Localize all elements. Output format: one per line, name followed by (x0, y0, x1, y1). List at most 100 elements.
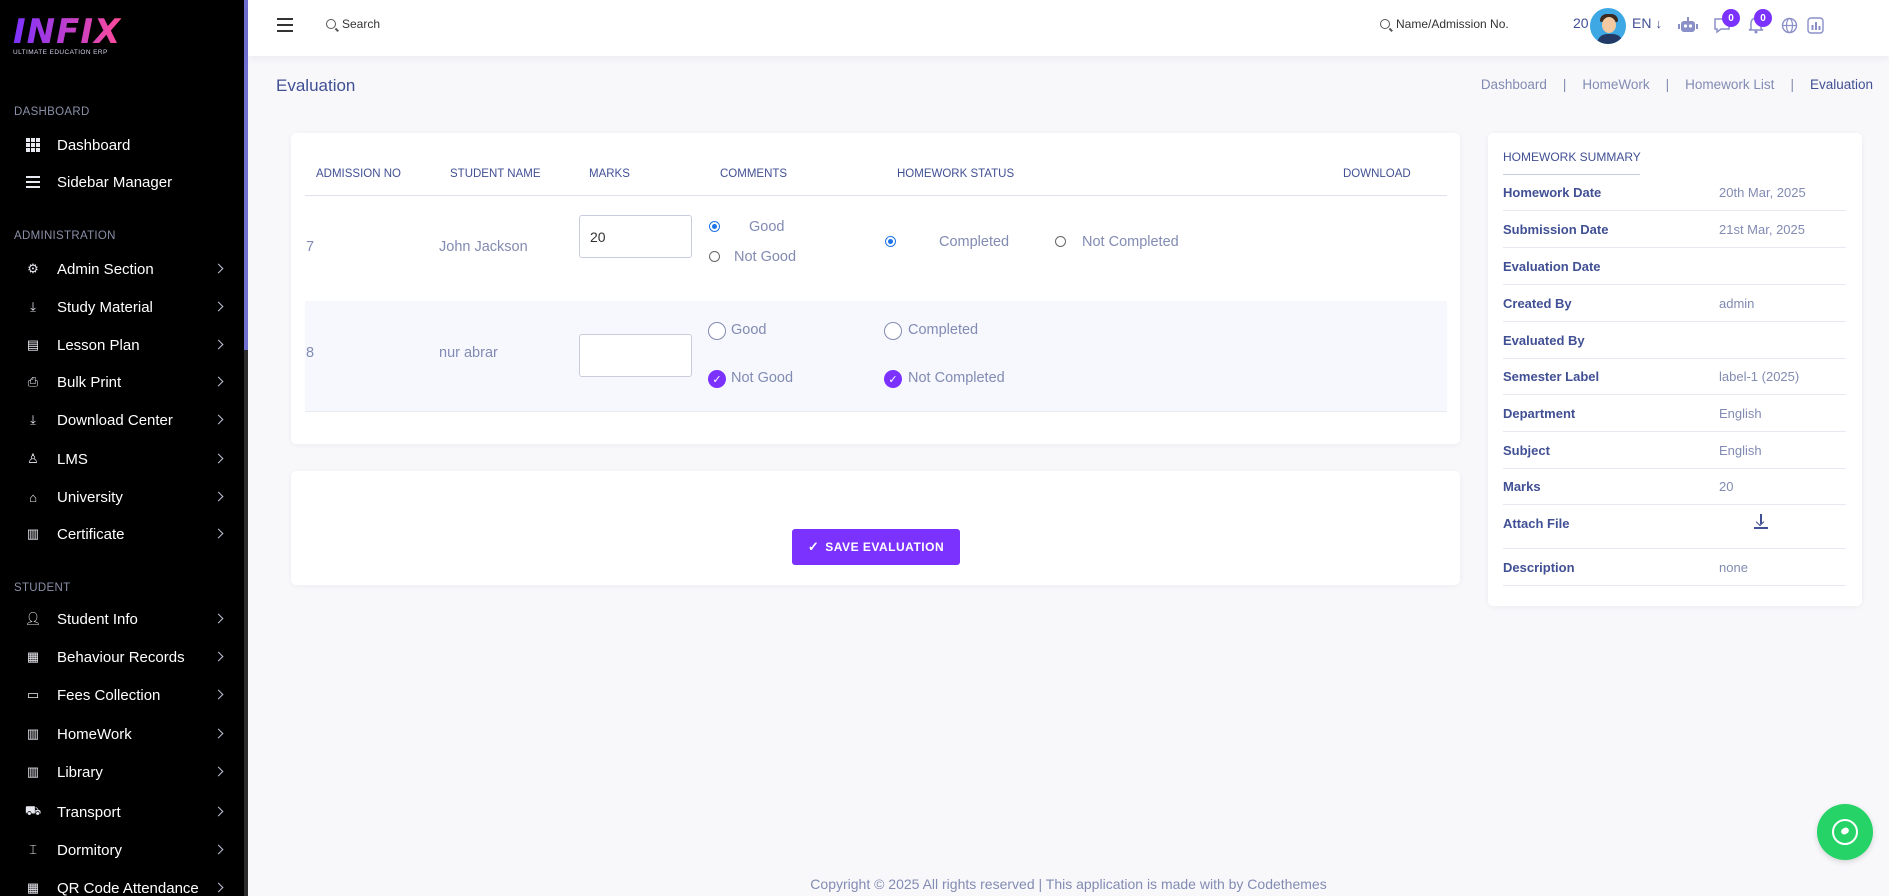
sidebar-scrollbar[interactable] (244, 0, 248, 896)
fees-icon: ▭ (26, 687, 40, 702)
status-not-completed-radio[interactable] (1055, 236, 1066, 247)
chevron-right-icon (213, 453, 224, 464)
comment-good-radio[interactable] (708, 322, 726, 340)
sidebar-item-certificate[interactable]: ▥ Certificate (0, 519, 244, 549)
sidebar-item-library[interactable]: ▥ Library (0, 757, 244, 787)
status-completed-radio[interactable] (884, 322, 902, 340)
chevron-right-icon (213, 689, 224, 700)
summary-value: English (1719, 443, 1762, 458)
sidebar-item-lesson-plan[interactable]: ▤ Lesson Plan (0, 330, 244, 360)
comment-good-label: Good (749, 219, 785, 235)
sidebar-item-university[interactable]: ⌂ University (0, 482, 244, 512)
sidebar-item-bulk-print[interactable]: ⎙ Bulk Print (0, 367, 244, 397)
sidebar-item-dormitory[interactable]: ⌶ Dormitory (0, 835, 244, 865)
status-not-completed-label: Not Completed (1082, 234, 1179, 250)
summary-row-attach-file: Attach File (1503, 505, 1846, 549)
globe-icon[interactable] (1778, 14, 1800, 36)
sidebar-item-behaviour-records[interactable]: ▦ Behaviour Records (0, 642, 244, 672)
sidebar-item-label: Download Center (57, 411, 173, 429)
summary-row-subject: Subject English (1503, 432, 1846, 469)
search-icon (1380, 19, 1390, 29)
user-avatar[interactable] (1588, 6, 1628, 46)
comment-good-radio[interactable] (709, 221, 720, 232)
sidebar-item-sidebar-manager[interactable]: Sidebar Manager (0, 167, 244, 197)
calendar-icon: ▤ (26, 337, 40, 352)
chevron-right-icon (213, 728, 224, 739)
breadcrumb-separator: | (1562, 77, 1567, 92)
summary-row-semester-label: Semester Label label-1 (2025) (1503, 358, 1846, 395)
notification-badge: 0 (1754, 9, 1772, 27)
chevron-right-icon (213, 613, 224, 624)
library-icon: ▥ (26, 764, 40, 779)
summary-key: Created By (1503, 296, 1572, 311)
breadcrumb-homework-list[interactable]: Homework List (1685, 77, 1774, 92)
summary-key: Evaluated By (1503, 333, 1585, 348)
lms-icon: ♙ (27, 451, 39, 466)
summary-value: English (1719, 406, 1762, 421)
sidebar-item-qr-code-attendance[interactable]: ▦ QR Code Attendance (0, 873, 244, 896)
search-box[interactable]: Search (326, 17, 380, 31)
sidebar-item-label: Bulk Print (57, 373, 122, 391)
hamburger-menu-icon[interactable] (277, 18, 293, 32)
summary-key: Semester Label (1503, 369, 1600, 384)
name-admission-search[interactable]: Name/Admission No. (1380, 17, 1509, 31)
comment-not-good-radio[interactable]: ✓ (708, 370, 726, 388)
bed-icon: ⌶ (29, 842, 37, 857)
sidebar-item-admin-section[interactable]: ⚙ Admin Section (0, 254, 244, 284)
app-logo[interactable]: INFIX ULTIMATE EDUCATION ERP (13, 14, 121, 56)
comment-not-good-radio[interactable] (709, 251, 720, 262)
comment-not-good-label: Not Good (734, 249, 797, 265)
save-evaluation-button[interactable]: ✓ SAVE EVALUATION (792, 529, 960, 565)
check-icon: ✓ (888, 373, 898, 386)
breadcrumb-separator: | (1665, 77, 1670, 92)
section-title-student: STUDENT (14, 582, 71, 594)
save-evaluation-label: SAVE EVALUATION (825, 540, 945, 554)
sidebar-item-transport[interactable]: ⛟ Transport (0, 797, 244, 827)
download-icon[interactable] (1754, 514, 1768, 530)
sidebar-item-label: Lesson Plan (57, 336, 140, 354)
sidebar-item-study-material[interactable]: ⤓ Study Material (0, 292, 244, 322)
chat-badge: 0 (1722, 9, 1740, 27)
sidebar-item-label: Admin Section (57, 260, 154, 278)
chevron-right-icon (213, 301, 224, 312)
page-title: Evaluation (276, 76, 356, 95)
robot-icon[interactable] (1677, 14, 1699, 36)
summary-value: label-1 (2025) (1719, 369, 1800, 384)
language-value: EN (1632, 15, 1652, 31)
column-header-admission-no: ADMISSION NO (316, 168, 401, 180)
summary-row-description: Description none (1503, 549, 1846, 586)
sidebar-item-lms[interactable]: ♙ LMS (0, 444, 244, 474)
sidebar-item-dashboard[interactable]: Dashboard (0, 130, 244, 160)
status-completed-radio[interactable] (885, 236, 896, 247)
sidebar-item-label: Transport (57, 803, 121, 821)
sidebar-item-download-center[interactable]: ⤓ Download Center (0, 405, 244, 435)
qr-icon: ▦ (26, 880, 40, 895)
sidebar-item-student-info[interactable]: 👤︎ Student Info (0, 604, 244, 634)
marks-input[interactable] (579, 215, 692, 258)
chevron-right-icon (213, 528, 224, 539)
section-title-dashboard: DASHBOARD (14, 106, 90, 118)
sidebar-item-label: Sidebar Manager (57, 173, 173, 191)
marks-input[interactable] (579, 334, 692, 377)
sidebar: INFIX ULTIMATE EDUCATION ERP DASHBOARD D… (0, 0, 248, 896)
chevron-right-icon (213, 263, 224, 274)
summary-key: Marks (1503, 479, 1541, 494)
records-icon: ▦ (26, 649, 40, 664)
summary-key: Submission Date (1503, 222, 1609, 237)
summary-row-created-by: Created By admin (1503, 285, 1846, 322)
footer-copyright: Copyright © 2025 All rights reserved | T… (810, 876, 1327, 892)
status-not-completed-radio[interactable]: ✓ (884, 370, 902, 388)
breadcrumb-evaluation: Evaluation (1809, 77, 1873, 92)
language-selector[interactable]: EN ↓ (1632, 15, 1662, 31)
breadcrumb-homework[interactable]: HomeWork (1582, 77, 1649, 92)
stats-icon[interactable] (1804, 14, 1826, 36)
sidebar-item-fees-collection[interactable]: ▭ Fees Collection (0, 680, 244, 710)
admission-no-cell: 7 (306, 239, 315, 255)
whatsapp-button[interactable] (1817, 804, 1873, 860)
sidebar-item-homework[interactable]: ▥ HomeWork (0, 719, 244, 749)
breadcrumb-dashboard[interactable]: Dashboard (1481, 77, 1547, 92)
sidebar-item-label: Library (57, 763, 103, 781)
book-icon: ▥ (26, 726, 40, 741)
section-title-administration: ADMINISTRATION (14, 230, 116, 242)
summary-value: admin (1719, 296, 1755, 311)
